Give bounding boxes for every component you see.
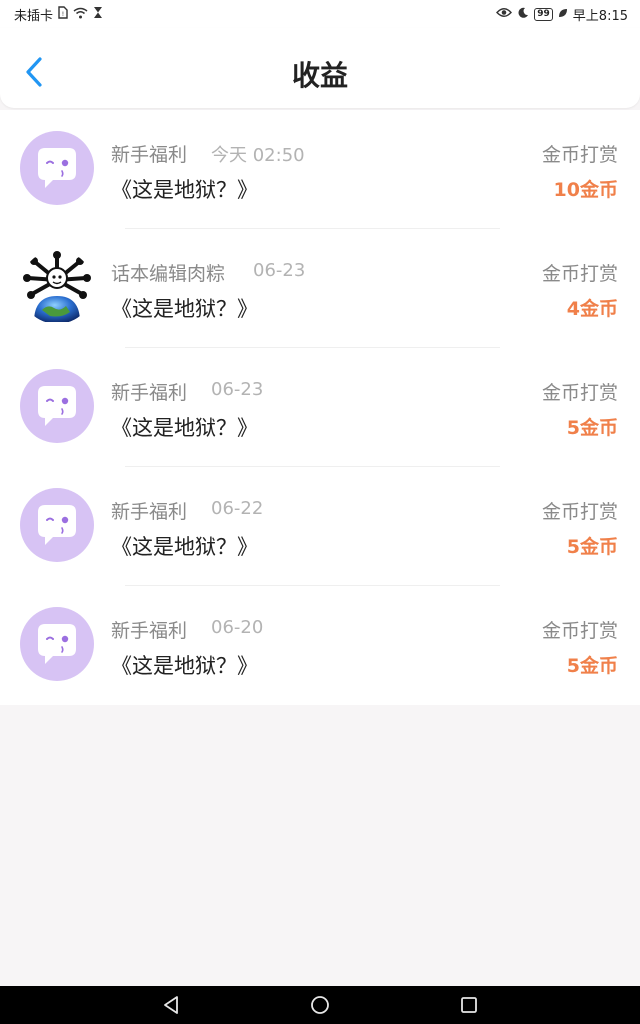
record-type: 金币打赏: [541, 620, 618, 642]
sim-icon: !: [58, 6, 68, 22]
record-type: 金币打赏: [541, 144, 618, 166]
sender-name: 新手福利: [111, 620, 188, 642]
book-title: 《这是地狱？》: [111, 297, 258, 321]
sender-name: 新手福利: [111, 144, 188, 166]
income-record[interactable]: 新手福利 今天 02:50 《这是地狱？》 金币打赏 10金币: [0, 110, 640, 229]
triangle-back-icon: [164, 996, 178, 1014]
book-title: 《这是地狱？》: [111, 654, 258, 678]
coin-amount: 4金币: [566, 298, 618, 320]
record-type: 金币打赏: [541, 263, 618, 285]
record-time: 06-20: [211, 617, 264, 638]
chat-bubble-icon: [38, 624, 76, 664]
coin-amount: 5金币: [566, 655, 618, 677]
record-time: 06-23: [211, 379, 264, 400]
avatar: [20, 250, 94, 324]
user-avatar-image: [20, 250, 94, 324]
sender-name: 新手福利: [111, 501, 188, 523]
coin-amount: 5金币: [566, 536, 618, 558]
svg-text:!: !: [62, 11, 64, 18]
book-title: 《这是地狱？》: [111, 416, 258, 440]
coin-amount: 5金币: [566, 417, 618, 439]
record-time: 06-23: [253, 260, 306, 281]
coin-amount: 10金币: [553, 179, 618, 201]
record-time: 06-22: [211, 498, 264, 519]
square-recents-icon: [461, 997, 477, 1013]
circle-home-icon: [311, 996, 329, 1014]
page-header: 收益: [0, 28, 640, 108]
battery-indicator: 99: [534, 7, 553, 21]
status-bar: 未插卡 ! 99 早上8:15: [0, 0, 640, 28]
status-left: 未插卡 !: [14, 5, 103, 24]
income-record[interactable]: 新手福利 06-22 《这是地狱？》 金币打赏 5金币: [0, 467, 640, 586]
eye-icon: [496, 7, 513, 21]
record-type: 金币打赏: [541, 382, 618, 404]
chat-bubble-icon: [38, 148, 76, 188]
status-right: 99 早上8:15: [496, 5, 628, 24]
sender-name: 话本编辑肉粽: [111, 263, 226, 285]
income-record[interactable]: 新手福利 06-23 《这是地狱？》 金币打赏 5金币: [0, 348, 640, 467]
avatar: [20, 607, 94, 681]
page-title: 收益: [291, 59, 348, 92]
hourglass-icon: [93, 6, 103, 22]
carrier-label: 未插卡: [14, 8, 54, 24]
chat-bubble-icon: [38, 505, 76, 545]
wifi-icon: [73, 7, 88, 22]
nav-recents-button[interactable]: [457, 993, 481, 1017]
sender-name: 新手福利: [111, 382, 188, 404]
book-title: 《这是地狱？》: [111, 535, 258, 559]
income-record[interactable]: 新手福利 06-20 《这是地狱？》 金币打赏 5金币: [0, 586, 640, 705]
income-record[interactable]: 话本编辑肉粽 06-23 《这是地狱？》 金币打赏 4金币: [0, 229, 640, 348]
avatar: [20, 488, 94, 562]
nav-home-button[interactable]: [308, 993, 332, 1017]
nav-back-button[interactable]: [159, 993, 183, 1017]
leaf-icon: [558, 7, 568, 21]
record-type: 金币打赏: [541, 501, 618, 523]
avatar: [20, 369, 94, 443]
chat-bubble-icon: [38, 386, 76, 426]
clock-time: 早上8:15: [572, 8, 628, 24]
avatar: [20, 131, 94, 205]
book-title: 《这是地狱？》: [111, 178, 258, 202]
income-list: 新手福利 今天 02:50 《这是地狱？》 金币打赏 10金币 话本编辑肉粽 0…: [0, 110, 640, 705]
system-nav-bar: [0, 986, 640, 1024]
record-time: 今天 02:50: [211, 145, 305, 166]
moon-icon: [517, 7, 529, 22]
